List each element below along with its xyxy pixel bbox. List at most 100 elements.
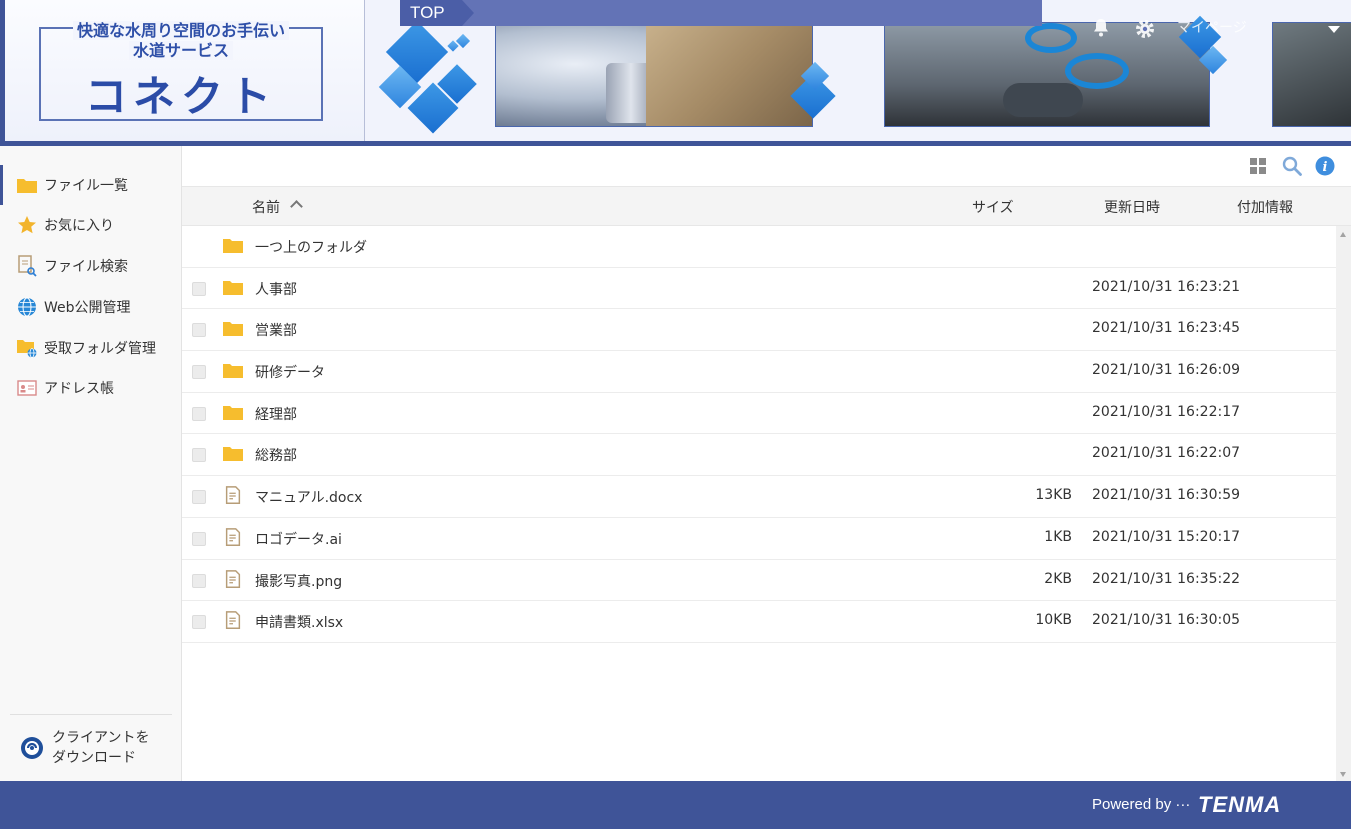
mypage-menu[interactable]: マイページ	[1177, 17, 1247, 37]
logo[interactable]: 快適な水周り空間のお手伝い 水道サービス コネクト	[39, 21, 323, 121]
sidebar-item-receive-folder[interactable]: 受取フォルダ管理	[0, 328, 181, 368]
powered-by: Powered by ···	[1092, 796, 1191, 813]
parent-folder-label: 一つ上のフォルダ	[255, 240, 367, 256]
column-name[interactable]: 名前	[252, 197, 280, 217]
sidebar-item-address-book[interactable]: アドレス帳	[0, 368, 181, 408]
search-icon[interactable]	[1282, 156, 1302, 176]
parent-folder-row[interactable]: 一つ上のフォルダ	[182, 226, 1336, 268]
row-checkbox[interactable]	[192, 365, 206, 380]
row-checkbox[interactable]	[192, 281, 206, 296]
sidebar-item-label: お気に入り	[44, 218, 114, 234]
sidebar-item-label: 受取フォルダ管理	[44, 341, 156, 357]
folder-icon	[16, 175, 38, 195]
column-info[interactable]: 付加情報	[1237, 197, 1293, 217]
top-bar	[400, 0, 1042, 26]
bell-icon[interactable]	[1092, 18, 1110, 38]
sidebar-item-web-publish[interactable]: Web公開管理	[0, 287, 181, 327]
scrollbar[interactable]	[1336, 226, 1351, 781]
banner-photo-valves	[884, 22, 1210, 127]
banner-photo-worker	[495, 22, 813, 127]
scroll-up-icon[interactable]	[1340, 232, 1346, 237]
row-size: 13KB	[1035, 487, 1072, 504]
row-name[interactable]: ロゴデータ.ai	[255, 529, 342, 549]
table-header: 名前 サイズ 更新日時 付加情報	[182, 186, 1351, 226]
table-row[interactable]: 撮影写真.png 2KB 2021/10/31 16:35:22	[182, 560, 1336, 602]
file-rows: 人事部 2021/10/31 16:23:21 営業部 2021/10/31 16:2…	[182, 268, 1336, 643]
row-modified: 2021/10/31 16:23:21	[1092, 278, 1241, 295]
row-checkbox[interactable]	[192, 531, 206, 546]
row-modified: 2021/10/31 16:23:45	[1092, 320, 1241, 337]
row-size: 1KB	[1044, 528, 1072, 545]
document-icon	[225, 486, 241, 505]
sidebar: ファイル一覧 お気に入り ファイル検索 Web公開管理 受取フォルダ管理 アドレ…	[0, 146, 182, 781]
row-name[interactable]: 撮影写真.png	[255, 571, 342, 591]
sidebar-item-label: Web公開管理	[44, 300, 131, 316]
folder-icon	[223, 405, 243, 420]
row-modified: 2021/10/31 16:35:22	[1092, 570, 1241, 587]
table-row[interactable]: 申請書類.xlsx 10KB 2021/10/31 16:30:05	[182, 601, 1336, 643]
row-checkbox[interactable]	[192, 406, 206, 421]
row-name[interactable]: 経理部	[255, 404, 297, 424]
row-checkbox[interactable]	[192, 448, 206, 463]
address-card-icon	[16, 378, 38, 398]
document-icon	[225, 569, 241, 588]
row-checkbox[interactable]	[192, 615, 206, 630]
row-checkbox[interactable]	[192, 573, 206, 588]
file-list: 一つ上のフォルダ 人事部 2021/10/31 16:23:21 営業部 2021/1…	[182, 226, 1336, 643]
footer: Powered by ··· TENMA	[0, 781, 1351, 829]
folder-icon	[223, 239, 243, 253]
row-name[interactable]: マニュアル.docx	[255, 487, 362, 507]
scroll-down-icon[interactable]	[1340, 772, 1346, 777]
logo-area[interactable]: 快適な水周り空間のお手伝い 水道サービス コネクト	[5, 0, 365, 141]
svg-text:i: i	[1323, 160, 1328, 175]
row-name[interactable]: 人事部	[255, 279, 297, 299]
row-size: 10KB	[1035, 612, 1072, 629]
folder-icon	[223, 322, 243, 337]
row-modified: 2021/10/31 16:30:05	[1092, 612, 1241, 629]
folder-icon	[223, 280, 243, 295]
sidebar-item-label: ファイル検索	[44, 259, 128, 275]
column-modified[interactable]: 更新日時	[1104, 197, 1160, 217]
client-download-button[interactable]: クライアントを ダウンロード	[10, 714, 172, 781]
row-modified: 2021/10/31 16:30:59	[1092, 487, 1241, 504]
globe-icon	[16, 297, 38, 317]
table-row[interactable]: 総務部 2021/10/31 16:22:07	[182, 434, 1336, 477]
row-checkbox[interactable]	[192, 323, 206, 338]
logo-tagline: 快適な水周り空間のお手伝い 水道サービス	[41, 21, 321, 61]
row-name[interactable]: 営業部	[255, 320, 297, 340]
file-search-icon	[16, 255, 38, 277]
row-name[interactable]: 総務部	[255, 445, 297, 465]
sidebar-item-label: ファイル一覧	[44, 178, 128, 194]
folder-icon	[223, 447, 243, 462]
chevron-down-icon[interactable]	[1328, 26, 1340, 33]
row-checkbox[interactable]	[192, 490, 206, 505]
top-link[interactable]: TOP	[400, 0, 474, 26]
table-row[interactable]: マニュアル.docx 13KB 2021/10/31 16:30:59	[182, 476, 1336, 518]
table-row[interactable]: 営業部 2021/10/31 16:23:45	[182, 309, 1336, 352]
info-icon[interactable]: i	[1315, 156, 1335, 176]
row-modified: 2021/10/31 16:22:07	[1092, 445, 1241, 462]
valve-wheel	[1065, 53, 1129, 89]
sidebar-item-favorites[interactable]: お気に入り	[0, 205, 181, 245]
table-row[interactable]: ロゴデータ.ai 1KB 2021/10/31 15:20:17	[182, 518, 1336, 560]
valve-wheel	[1025, 23, 1077, 53]
row-name[interactable]: 研修データ	[255, 362, 325, 382]
column-size[interactable]: サイズ	[972, 197, 1014, 217]
folder-icon	[223, 364, 243, 379]
gear-icon[interactable]	[1134, 18, 1156, 40]
client-download-line2: ダウンロード	[52, 750, 136, 766]
table-row[interactable]: 人事部 2021/10/31 16:23:21	[182, 268, 1336, 310]
row-name[interactable]: 申請書類.xlsx	[255, 612, 343, 632]
document-icon	[225, 611, 241, 630]
photo-person	[646, 23, 812, 126]
sidebar-item-file-list[interactable]: ファイル一覧	[0, 165, 181, 205]
row-size: 2KB	[1044, 570, 1072, 587]
file-list-panel: i 名前 サイズ 更新日時 付加情報 一つ上のフォルダ 人事部 2021/10/3…	[182, 146, 1351, 781]
tagline-line1: 快適な水周り空間のお手伝い	[72, 21, 289, 40]
grid-view-icon[interactable]	[1248, 156, 1268, 176]
table-row[interactable]: 研修データ 2021/10/31 16:26:09	[182, 351, 1336, 393]
sidebar-item-file-search[interactable]: ファイル検索	[0, 246, 181, 286]
row-modified: 2021/10/31 15:20:17	[1092, 528, 1241, 545]
sort-asc-icon[interactable]	[290, 200, 303, 213]
table-row[interactable]: 経理部 2021/10/31 16:22:17	[182, 393, 1336, 435]
